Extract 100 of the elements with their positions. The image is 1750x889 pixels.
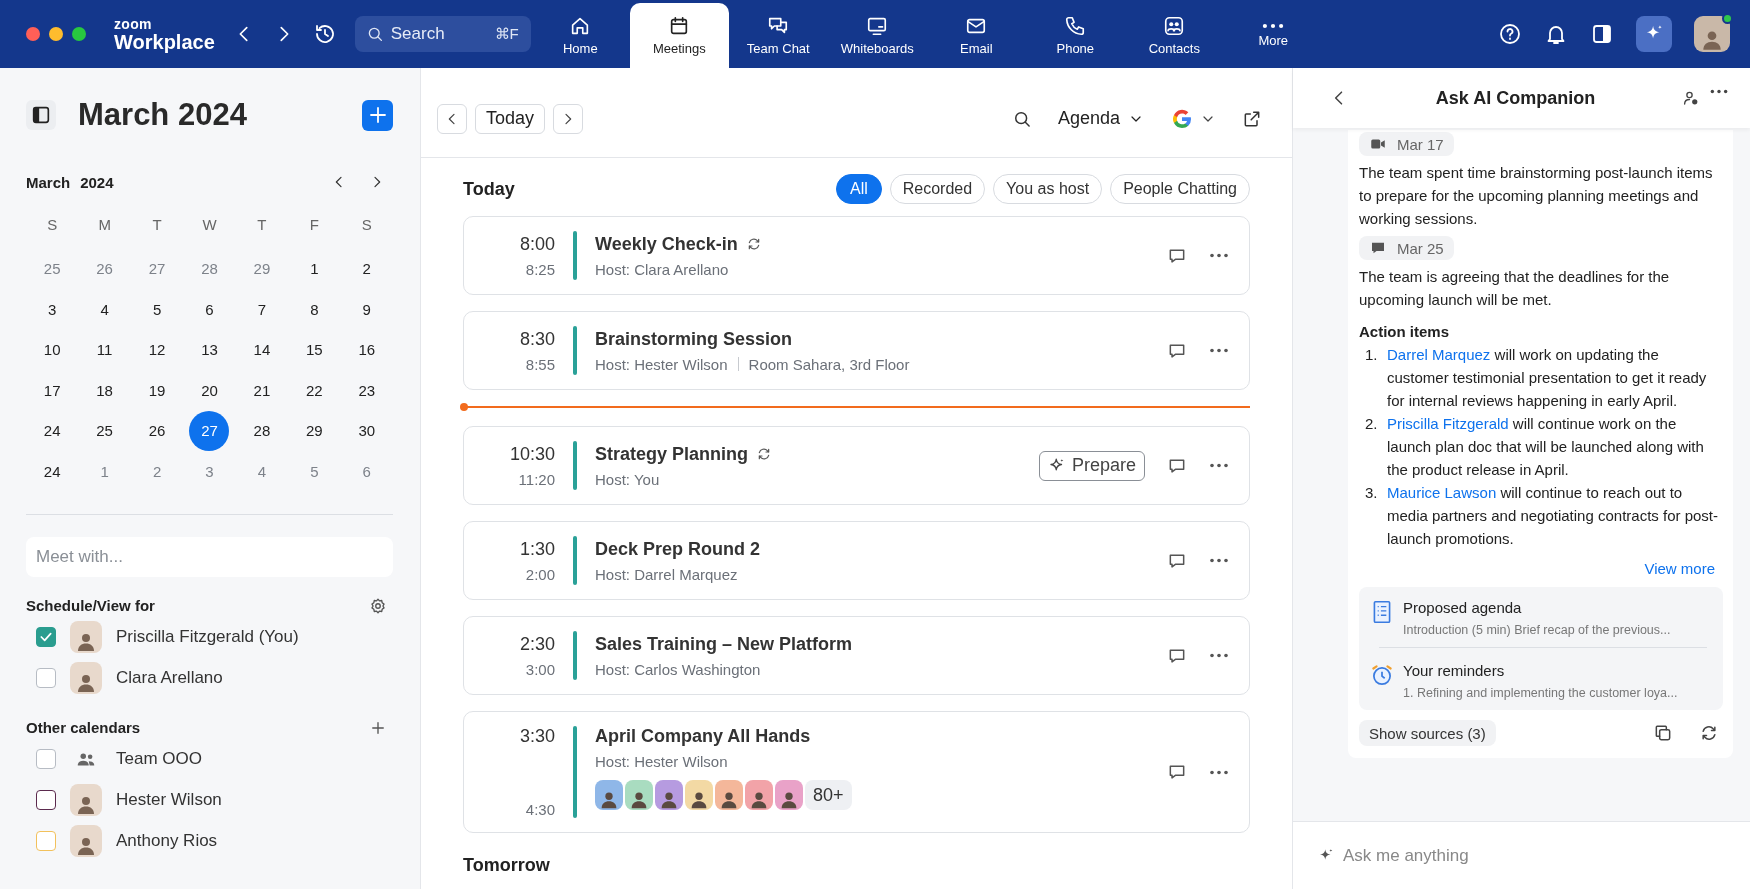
calendar-day[interactable]: 24: [32, 451, 73, 492]
calendar-day[interactable]: 17: [32, 370, 73, 411]
maximize-button[interactable]: [72, 27, 86, 41]
calendar-day[interactable]: 5: [294, 451, 335, 492]
person-link[interactable]: Priscilla Fitzgerald: [1387, 415, 1509, 432]
calendar-day[interactable]: 29: [241, 248, 282, 289]
avatar[interactable]: [1694, 16, 1730, 52]
nav-tab[interactable]: Home: [530, 3, 630, 68]
filter-chip[interactable]: All: [835, 174, 882, 204]
view-more-link[interactable]: View more: [1644, 560, 1715, 577]
calendar-day[interactable]: 1: [294, 248, 335, 289]
calendar-day[interactable]: 27: [189, 410, 230, 451]
calendar-day[interactable]: 24: [32, 410, 73, 451]
today-button[interactable]: Today: [475, 103, 546, 134]
calendar-day[interactable]: 27: [137, 248, 178, 289]
calendar-day[interactable]: 21: [241, 370, 282, 411]
minimize-button[interactable]: [49, 27, 63, 41]
meeting-title: Strategy Planning: [595, 443, 749, 465]
calendar-day[interactable]: 3: [32, 289, 73, 330]
calendar-day[interactable]: 26: [84, 248, 125, 289]
action-item-text: Maurice Lawson will continue to reach out to media partners and negotiating contracts for post-launch promotions.: [1387, 483, 1720, 549]
suggestion-item[interactable]: Your reminders 1. Refining and implementing the customer loya...: [1369, 660, 1707, 702]
calendar-name: Clara Arellano: [116, 668, 223, 688]
calendar-day[interactable]: 22: [294, 370, 335, 411]
more-icon[interactable]: [1209, 463, 1229, 468]
calendar-day[interactable]: 29: [294, 410, 335, 451]
person-settings-icon[interactable]: [1682, 89, 1700, 107]
more-icon[interactable]: [1209, 348, 1229, 353]
nav-tab[interactable]: Contacts: [1124, 3, 1224, 68]
calendar-day[interactable]: 18: [84, 370, 125, 411]
view-dropdown[interactable]: Agenda: [1057, 108, 1144, 129]
panel-title: Ask AI Companion: [1434, 87, 1597, 109]
calendar-day[interactable]: 7: [241, 289, 282, 330]
checkbox[interactable]: [36, 749, 56, 769]
refresh-icon[interactable]: [1699, 723, 1719, 743]
filter-chip[interactable]: People Chatting: [1110, 174, 1250, 204]
nav-tab[interactable]: More: [1223, 3, 1323, 68]
calendar-day[interactable]: 20: [189, 370, 230, 411]
checkbox[interactable]: [36, 668, 56, 688]
calendar-day[interactable]: 28: [241, 410, 282, 451]
calendar-day[interactable]: 25: [84, 410, 125, 451]
settings-icon[interactable]: [369, 596, 387, 615]
weekday-label: M: [98, 215, 111, 233]
filter-chip[interactable]: Recorded: [889, 174, 986, 204]
more-icon[interactable]: [1209, 253, 1229, 258]
calendar-day[interactable]: 1: [84, 451, 125, 492]
nav-tab[interactable]: Team Chat: [728, 3, 828, 68]
copy-icon[interactable]: [1653, 723, 1673, 743]
calendar-day[interactable]: 23: [346, 370, 387, 411]
more-icon[interactable]: [1209, 769, 1229, 775]
calendar-day[interactable]: 3: [189, 451, 230, 492]
calendar-day[interactable]: 15: [294, 329, 335, 370]
meeting-card[interactable]: 10:30 11:20 Strategy Planning Host: You Prepare: [463, 426, 1250, 505]
nav-tab[interactable]: Whiteboards: [827, 3, 927, 68]
ai-companion-button[interactable]: [1636, 16, 1672, 52]
checkbox[interactable]: [36, 627, 56, 647]
suggestion-item[interactable]: Proposed agenda Introduction (5 min) Brief recap of the previous...: [1369, 597, 1707, 639]
calendar-day[interactable]: 6: [189, 289, 230, 330]
calendar-day[interactable]: 11: [84, 329, 125, 370]
nav-tab[interactable]: Meetings: [629, 3, 729, 68]
calendar-day[interactable]: 6: [346, 451, 387, 492]
meet-with-field[interactable]: Meet with...: [26, 536, 393, 577]
meeting-card[interactable]: 8:30 8:55 Brainstorming Session Host: Hester Wilson Room Sahara, 3rd Floor: [463, 311, 1250, 390]
calendar-day[interactable]: 2: [346, 248, 387, 289]
person-link[interactable]: Darrel Marquez: [1387, 346, 1491, 363]
more-icon[interactable]: [1209, 653, 1229, 658]
checkbox[interactable]: [36, 790, 56, 810]
show-sources-button[interactable]: Show sources (3): [1359, 720, 1496, 746]
calendar-day[interactable]: 16: [346, 329, 387, 370]
more-icon[interactable]: [1209, 558, 1229, 563]
calendar-day[interactable]: 2: [137, 451, 178, 492]
calendar-day[interactable]: 26: [137, 410, 178, 451]
calendar-day[interactable]: 30: [346, 410, 387, 451]
calendar-day[interactable]: 19: [137, 370, 178, 411]
calendar-day[interactable]: 9: [346, 289, 387, 330]
meeting-card[interactable]: 2:30 3:00 Sales Training – New Platform Host: Carlos Washington: [463, 616, 1250, 695]
meeting-card[interactable]: 8:00 8:25 Weekly Check-in Host: Clara Arellano: [463, 216, 1250, 295]
nav-tab[interactable]: Email: [926, 3, 1026, 68]
calendar-day[interactable]: 8: [294, 289, 335, 330]
calendar-day[interactable]: 4: [84, 289, 125, 330]
person-link[interactable]: Maurice Lawson: [1387, 484, 1497, 501]
sidebar-toggle-button[interactable]: [26, 100, 56, 130]
prepare-button[interactable]: Prepare: [1038, 450, 1145, 481]
add-button[interactable]: [362, 99, 393, 131]
calendar-day[interactable]: 12: [137, 329, 178, 370]
close-button[interactable]: [26, 27, 40, 41]
calendar-day[interactable]: 4: [241, 451, 282, 492]
calendar-day[interactable]: 14: [241, 329, 282, 370]
nav-tab[interactable]: Phone: [1025, 3, 1125, 68]
help-icon[interactable]: [1498, 22, 1522, 46]
calendar-day[interactable]: 25: [32, 248, 73, 289]
calendar-day[interactable]: 5: [137, 289, 178, 330]
more-icon[interactable]: [1710, 89, 1728, 94]
calendar-day[interactable]: 28: [189, 248, 230, 289]
side-panel-icon[interactable]: [1590, 22, 1614, 46]
filter-chip[interactable]: You as host: [993, 174, 1103, 204]
meeting-card[interactable]: 1:30 2:00 Deck Prep Round 2 Host: Darrel Marquez: [463, 521, 1250, 600]
calendar-day[interactable]: 13: [189, 329, 230, 370]
meeting-card[interactable]: 3:30 4:30 April Company All Hands Host: Hester Wilson 80+: [463, 711, 1250, 833]
calendar-day[interactable]: 10: [32, 329, 73, 370]
